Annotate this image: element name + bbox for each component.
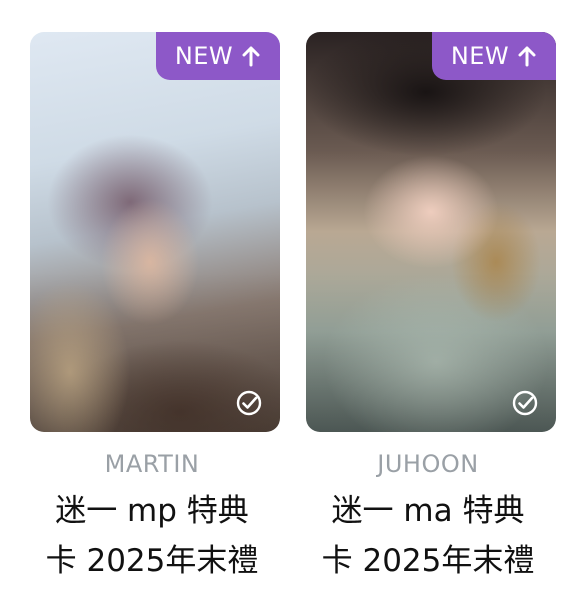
product-title: 迷一 mp 特典 卡 2025年末禮 <box>22 486 282 586</box>
product-title-line2: 卡 2025年末禮 <box>321 543 535 579</box>
arrow-up-icon <box>518 46 536 67</box>
new-badge: NEW <box>156 32 280 80</box>
product-title-line2: 卡 2025年末禮 <box>45 543 259 579</box>
badge-label: NEW <box>174 42 234 70</box>
product-title-line1: 迷一 mp 特典 <box>55 493 249 529</box>
check-circle-icon[interactable] <box>512 390 538 416</box>
product-title: 迷一 ma 特典 卡 2025年末禮 <box>298 486 558 586</box>
photocard-item[interactable]: NEW JUHOON 迷一 ma 特典 卡 2025年末禮 <box>298 0 558 590</box>
arrow-up-icon <box>242 46 260 67</box>
member-name: JUHOON <box>377 450 479 478</box>
check-circle-icon[interactable] <box>236 390 262 416</box>
photocard-item[interactable]: NEW MARTIN 迷一 mp 特典 卡 2025年末禮 <box>22 0 282 590</box>
photocard-image[interactable] <box>306 32 556 432</box>
member-name: MARTIN <box>104 450 200 478</box>
badge-label: NEW <box>450 42 510 70</box>
product-title-line1: 迷一 ma 特典 <box>331 493 525 529</box>
new-badge: NEW <box>432 32 556 80</box>
photocard-image[interactable] <box>30 32 280 432</box>
